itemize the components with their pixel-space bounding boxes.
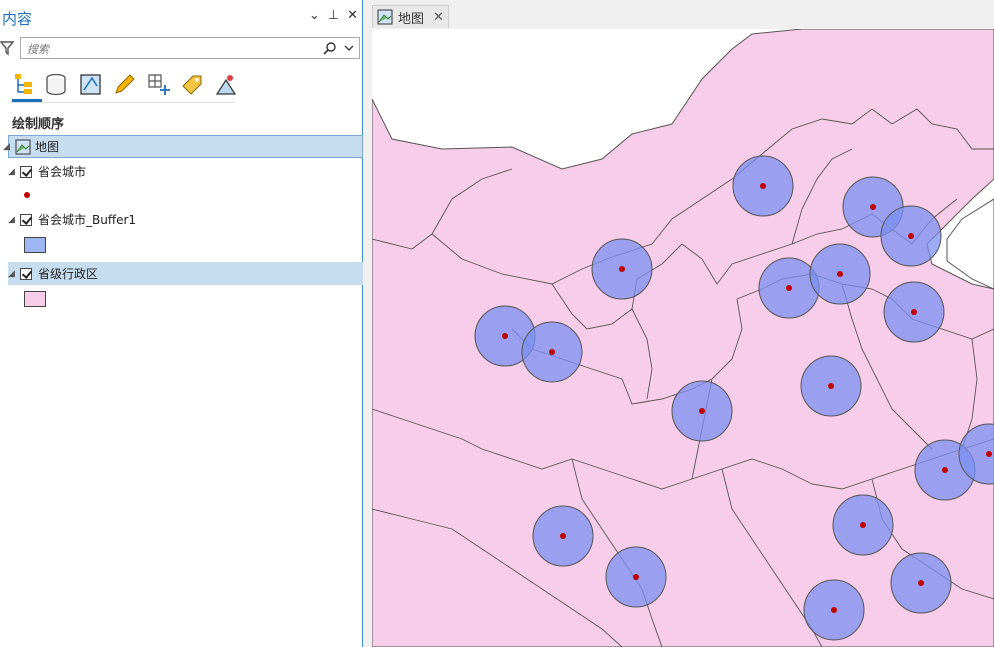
map-icon bbox=[377, 9, 393, 25]
pane-controls: ⌄ ⊥ ✕ bbox=[309, 8, 358, 23]
toolbar-divider bbox=[10, 102, 235, 103]
search-box[interactable] bbox=[20, 37, 360, 59]
map-view[interactable] bbox=[372, 29, 994, 647]
pin-icon[interactable]: ⊥ bbox=[328, 8, 339, 23]
editing-icon[interactable] bbox=[112, 72, 137, 97]
city-point[interactable] bbox=[908, 233, 914, 239]
collapse-icon[interactable]: ◢ bbox=[8, 269, 20, 279]
visibility-checkbox[interactable] bbox=[20, 267, 32, 280]
collapse-icon[interactable]: ◢ bbox=[3, 142, 15, 152]
point-symbol-icon[interactable] bbox=[22, 190, 32, 200]
collapse-icon[interactable]: ◢ bbox=[8, 215, 20, 225]
search-icon[interactable] bbox=[323, 41, 337, 55]
city-point[interactable] bbox=[942, 467, 948, 473]
city-point[interactable] bbox=[502, 333, 508, 339]
city-point[interactable] bbox=[560, 533, 566, 539]
layer-label: 省会城市_Buffer1 bbox=[38, 213, 137, 227]
layer-label: 省级行政区 bbox=[38, 267, 99, 281]
tree-item-map[interactable]: ◢ 地图 bbox=[3, 135, 363, 158]
close-tab-icon[interactable]: ✕ bbox=[433, 10, 444, 25]
province-symbol-swatch[interactable] bbox=[24, 291, 46, 307]
city-point[interactable] bbox=[619, 266, 625, 272]
contents-pane: 内容 ⌄ ⊥ ✕ 搜索 绘制顺序 ◢ 地图 ◢ 省会城市 ◢ 省会城市_Buff… bbox=[0, 0, 363, 647]
labeling-icon[interactable] bbox=[180, 72, 205, 97]
chevron-down-icon[interactable] bbox=[343, 42, 355, 54]
data-source-icon[interactable] bbox=[44, 72, 69, 97]
city-point[interactable] bbox=[699, 408, 705, 414]
tree-item-layer-cities[interactable]: ◢ 省会城市 bbox=[8, 160, 86, 183]
section-title: 绘制顺序 bbox=[12, 117, 65, 132]
collapse-icon[interactable]: ◢ bbox=[8, 167, 20, 177]
city-point[interactable] bbox=[828, 383, 834, 389]
city-point[interactable] bbox=[837, 271, 843, 277]
visibility-checkbox[interactable] bbox=[20, 213, 32, 226]
drawing-order-icon[interactable] bbox=[10, 72, 35, 97]
contents-toolbar bbox=[10, 66, 239, 102]
filter-icon[interactable] bbox=[0, 40, 14, 56]
chart-icon[interactable] bbox=[214, 72, 239, 97]
city-point[interactable] bbox=[633, 574, 639, 580]
map-icon bbox=[15, 139, 31, 154]
city-point[interactable] bbox=[911, 309, 917, 315]
city-point[interactable] bbox=[549, 349, 555, 355]
pane-options-icon[interactable]: ⌄ bbox=[309, 8, 320, 23]
tree-item-label: 地图 bbox=[35, 140, 60, 154]
selection-icon[interactable] bbox=[78, 72, 103, 97]
city-point[interactable] bbox=[786, 285, 792, 291]
city-point[interactable] bbox=[760, 183, 766, 189]
city-point[interactable] bbox=[870, 204, 876, 210]
buffer-symbol-swatch[interactable] bbox=[24, 237, 46, 253]
city-point[interactable] bbox=[986, 451, 992, 457]
search-row bbox=[0, 36, 363, 62]
pane-title: 内容 bbox=[2, 10, 33, 28]
tree-item-layer-provinces[interactable]: ◢ 省级行政区 bbox=[8, 262, 363, 285]
snapping-icon[interactable] bbox=[146, 72, 171, 97]
visibility-checkbox[interactable] bbox=[20, 165, 32, 178]
tab-label: 地图 bbox=[398, 11, 425, 27]
city-point[interactable] bbox=[831, 607, 837, 613]
search-input[interactable] bbox=[25, 40, 314, 58]
layer-label: 省会城市 bbox=[38, 165, 87, 179]
close-icon[interactable]: ✕ bbox=[347, 8, 358, 23]
tab-map[interactable]: 地图 ✕ bbox=[372, 5, 449, 28]
tree-item-layer-buffer[interactable]: ◢ 省会城市_Buffer1 bbox=[8, 208, 136, 231]
map-canvas[interactable] bbox=[372, 29, 994, 647]
city-point[interactable] bbox=[918, 580, 924, 586]
city-point[interactable] bbox=[860, 522, 866, 528]
